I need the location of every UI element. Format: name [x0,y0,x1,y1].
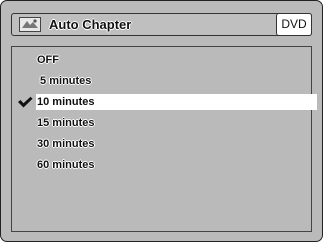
menu-header: Auto Chapter DVD [11,13,312,36]
option-5-minutes[interactable]: 5 minutes [37,73,91,89]
chapter-menu-icon [19,17,41,32]
option-30-minutes[interactable]: 30 minutes [37,136,94,152]
option-60-minutes[interactable]: 60 minutes [37,157,94,173]
disc-type-badge: DVD [276,13,312,36]
osd-screen: Auto Chapter DVD OFF 5 minutes 10 minute… [0,0,323,242]
option-15-minutes[interactable]: 15 minutes [37,115,94,131]
menu-title: Auto Chapter [49,17,132,32]
option-off[interactable]: OFF [37,52,59,68]
checkmark-icon [18,96,33,108]
option-10-minutes[interactable]: 10 minutes [36,94,317,110]
